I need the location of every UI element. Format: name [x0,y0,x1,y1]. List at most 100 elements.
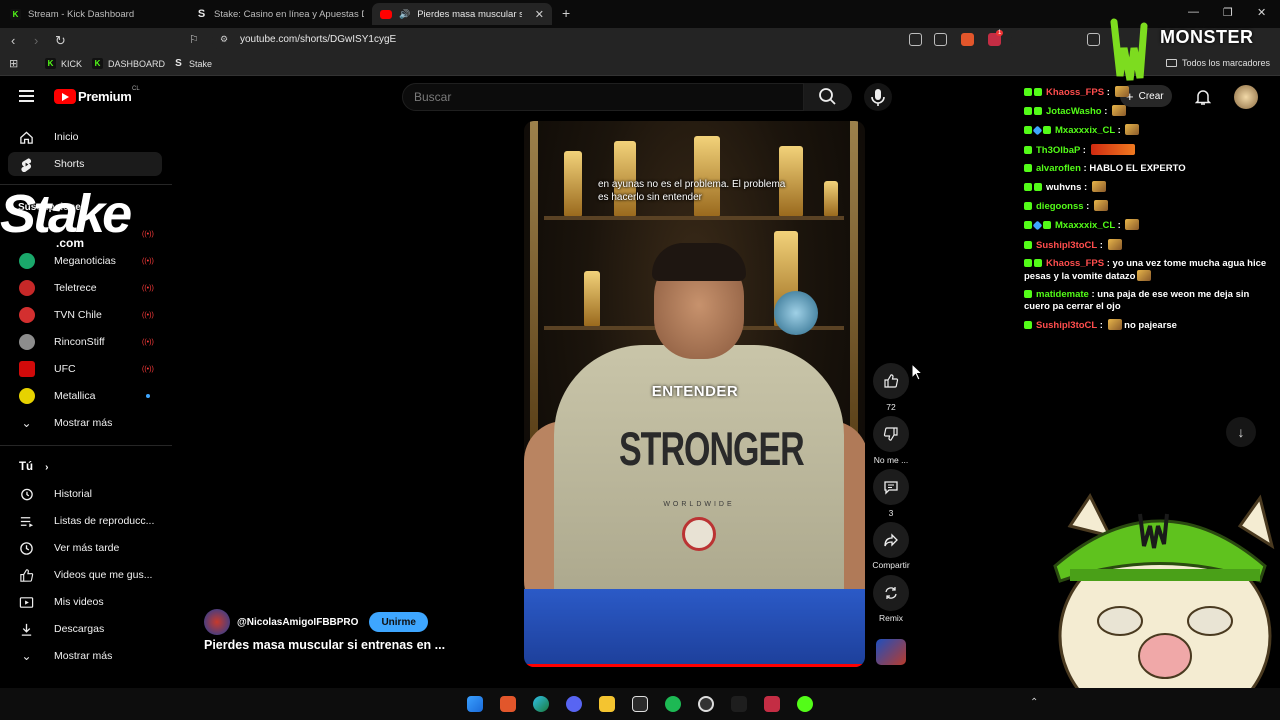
edge-browser-icon[interactable] [533,696,549,712]
bookmark-kick[interactable]: K KICK [45,58,82,69]
share-button[interactable] [873,522,909,558]
sidebar-item-label: Metallica [54,390,96,402]
sidebar-item-historial[interactable]: Historial [8,482,162,506]
kick-badge-icon [1024,107,1032,116]
forward-icon[interactable]: › [34,33,38,48]
window-close-button[interactable]: ✕ [1257,6,1266,19]
sidebar-sub-ufc[interactable]: UFC ((•)) [8,357,162,381]
sidebar-item-liked[interactable]: Videos que me gus... [8,563,162,587]
spotify-icon[interactable] [665,696,681,712]
join-button[interactable]: Unirme [369,612,428,632]
chevron-right-icon: › [45,462,49,473]
chat-message: diegoonss : [1024,200,1274,213]
chat-username: Khaoss_FPS [1046,87,1105,98]
sidebar-item-label: Shorts [54,158,85,170]
bookmark-dashboard[interactable]: K DASHBOARD [92,58,165,69]
thumbs-up-icon [20,568,34,582]
brave-shield-icon[interactable] [961,33,974,46]
video-caption: en ayunas no es el problema. El problema… [598,179,812,204]
comment-icon [884,481,898,495]
diamond-badge-icon [1032,220,1043,231]
brave-browser-icon[interactable] [500,696,516,712]
sidebar-item-my-videos[interactable]: Mis videos [8,590,162,614]
chat-separator: : [1080,144,1089,156]
all-bookmarks[interactable]: Todos los marcadores [1166,58,1270,68]
reload-icon[interactable]: ↻ [55,33,66,49]
tab-youtube-short[interactable]: 🔊 Pierdes masa muscular si ent ✕ [372,3,552,25]
thumbs-up-icon [884,374,899,388]
sidebar-sub-teletrece[interactable]: Teletrece ((•)) [8,276,162,300]
sidebar-sub-tvn[interactable]: TVN Chile ((•)) [8,303,162,327]
sidebar-sub-meganoticias[interactable]: Meganoticias ((•)) [8,249,162,273]
remix-button[interactable] [873,575,909,611]
app-icon[interactable] [764,696,780,712]
back-icon[interactable]: ‹ [11,33,15,48]
kick-app-icon[interactable] [797,696,813,712]
sidebar-item-inicio[interactable]: Inicio [8,125,162,149]
site-info-icon[interactable]: ⚙ [220,34,228,45]
channel-name[interactable]: @NicolasAmigoIFBBPRO [237,617,358,628]
cast-icon[interactable] [909,33,922,46]
trophy [564,151,582,216]
youtube-logo-icon[interactable] [54,89,76,104]
comment-count: 3 [888,508,894,518]
windows-start-icon[interactable] [467,696,483,712]
tab-stake[interactable]: S Stake: Casino en línea y Apuestas De [196,3,364,25]
kick-badge-icon [1024,88,1032,96]
search-input[interactable] [402,83,804,111]
new-tab-button[interactable]: + [562,5,570,21]
sidebar-sub-metallica[interactable]: Metallica [8,384,162,408]
discord-icon[interactable] [566,696,582,712]
sidebar-item-shorts[interactable]: Shorts [8,152,162,176]
cat-mascot-icon [1053,493,1275,720]
dislike-button[interactable] [873,416,909,452]
url-text[interactable]: youtube.com/shorts/DGwISY1cygE [240,34,396,45]
avatar [19,280,35,296]
apps-grid-icon[interactable]: ⊞ [9,57,18,70]
bookmark-stake[interactable]: S Stake [173,58,212,69]
kick-badge-icon [1024,258,1032,267]
chevron-up-icon[interactable]: ⌃ [1030,697,1038,708]
share-icon[interactable] [934,33,947,46]
chat-message: JotacWasho : [1024,105,1274,118]
chat-message: wuhvns : [1024,180,1274,194]
close-icon[interactable]: ✕ [535,8,544,21]
youtube-premium-label[interactable]: Premium [78,89,132,104]
sidebar-item-watch-later[interactable]: Ver más tarde [8,536,162,560]
menu-icon[interactable] [19,90,34,102]
next-short-button[interactable]: ↓ [1226,417,1256,447]
avatar[interactable] [204,609,230,635]
sidebar-item-downloads[interactable]: Descargas [8,617,162,641]
video-progress-bar[interactable] [524,664,865,667]
sidebar-show-more[interactable]: ⌄ Mostrar más [8,411,162,435]
maximize-button[interactable]: ❐ [1223,6,1233,19]
remix-icon [885,587,897,599]
sidebar-item-label: Ver más tarde [54,542,120,554]
sidebar-show-more-2[interactable]: ⌄ Mostrar más [8,644,162,668]
obs-icon[interactable] [698,696,714,712]
extensions-icon[interactable] [1087,33,1100,46]
bookmark-icon[interactable]: ⚐ [189,33,199,46]
voice-search-button[interactable] [864,83,892,111]
media-app-icon[interactable] [632,696,648,712]
search-button[interactable] [804,83,852,111]
you-heading[interactable]: Tú › [19,461,48,473]
file-explorer-icon[interactable] [599,696,615,712]
avatar [19,361,35,377]
comments-button[interactable] [873,469,909,505]
audio-thumbnail[interactable] [876,639,906,665]
tab-kick-dashboard[interactable]: K Stream - Kick Dashboard [10,3,190,25]
shirt-subprint: WORLDWIDE [663,501,735,508]
sidebar-item-label: Teletrece [54,282,97,294]
like-button[interactable] [873,363,909,399]
chat-separator: : [1083,201,1092,213]
person-hair [652,243,746,281]
short-title[interactable]: Pierdes masa muscular si entrenas en ... [204,638,445,652]
sidebar-item-label: Meganoticias [54,255,116,267]
chat-message: Sushipl3toCL : no pajearse [1024,319,1274,332]
app-icon[interactable] [731,696,747,712]
history-icon [21,488,33,500]
minimize-button[interactable]: — [1188,6,1199,18]
sidebar-item-playlists[interactable]: Listas de reproducc... [8,509,162,533]
sidebar-sub-rinconstiff[interactable]: RinconStiff ((•)) [8,330,162,354]
